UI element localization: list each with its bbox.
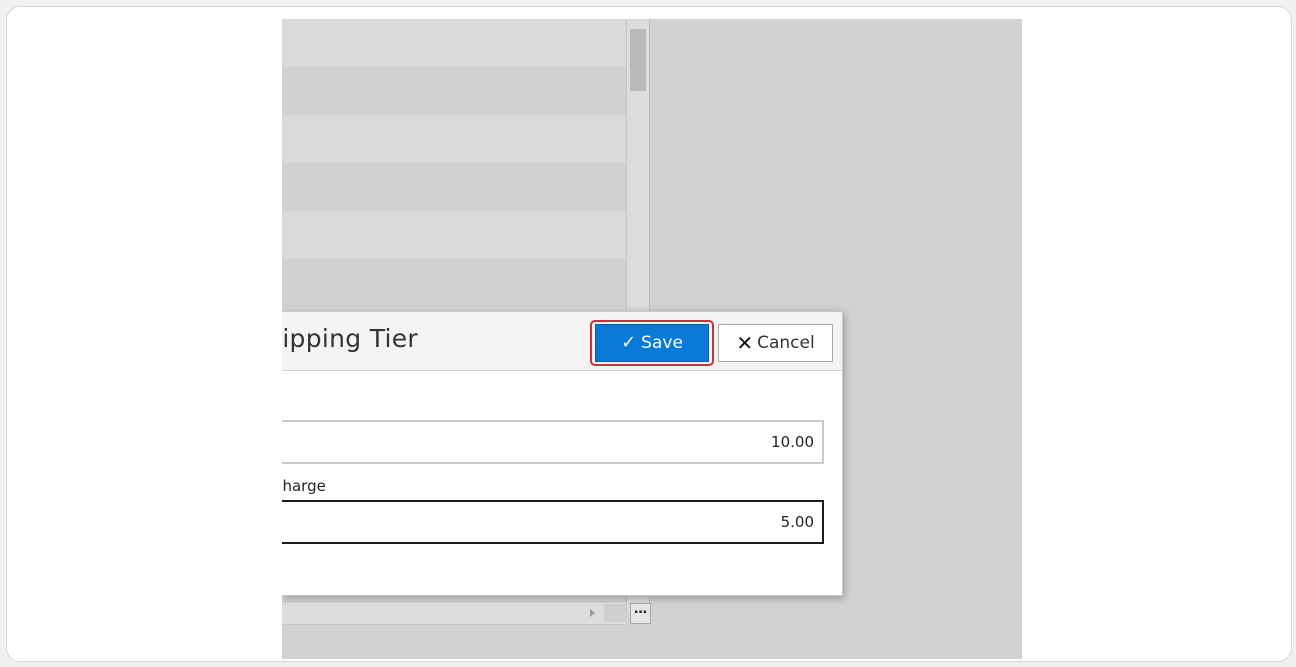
close-icon: ✕ [736, 331, 754, 355]
edit-shipping-tier-dialog: Shipping Tier ✓Save ✕Cancel 10.00 Charge… [282, 311, 843, 596]
charge-field-label: Charge [282, 477, 326, 495]
list-row[interactable] [282, 115, 626, 163]
cancel-button[interactable]: ✕ Cancel [718, 324, 833, 362]
list-row[interactable] [282, 67, 626, 115]
scrollbar-thumb[interactable] [630, 29, 646, 91]
dialog-header: Shipping Tier ✓Save ✕Cancel [282, 312, 842, 371]
screenshot-frame: … Shipping Tier ✓Save ✕Cancel 10.00 Char… [6, 6, 1292, 662]
horizontal-scrollbar[interactable] [282, 601, 626, 625]
more-options-button[interactable]: … [630, 603, 651, 624]
chevron-right-icon[interactable] [590, 609, 595, 617]
scrollbar-end [604, 604, 626, 622]
save-button[interactable]: ✓ Save [595, 324, 709, 362]
check-icon: ✓ [621, 332, 637, 353]
cancel-button-label: Cancel [757, 333, 815, 353]
save-button-label: Save [641, 333, 683, 353]
list-row[interactable] [282, 19, 626, 67]
list-row[interactable] [282, 163, 626, 211]
amount-field[interactable]: 10.00 [282, 420, 824, 464]
app-viewport: … Shipping Tier ✓Save ✕Cancel 10.00 Char… [282, 19, 1022, 659]
dialog-title: Shipping Tier [282, 324, 419, 353]
list-row[interactable] [282, 259, 626, 307]
charge-field[interactable]: 5.00 [282, 500, 824, 544]
list-row[interactable] [282, 211, 626, 259]
